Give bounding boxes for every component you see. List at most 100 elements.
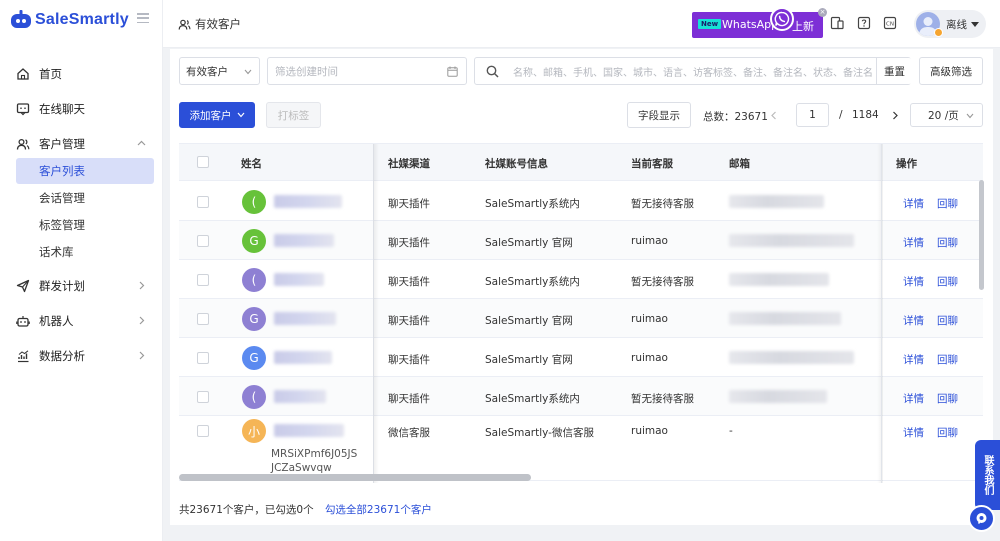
sidebar-item-customers[interactable]: 客户管理	[0, 130, 163, 158]
chevron-right-icon	[139, 316, 145, 325]
next-page-icon[interactable]	[891, 111, 899, 120]
row-checkbox[interactable]	[197, 352, 209, 364]
select-all-checkbox[interactable]	[197, 156, 209, 168]
row-checkbox[interactable]	[197, 196, 209, 208]
devices-icon[interactable]	[830, 16, 844, 30]
page-number-input[interactable]: 1	[796, 103, 829, 127]
reply-link[interactable]: 回聊	[937, 313, 958, 328]
date-filter-input[interactable]: 筛选创建时间	[267, 57, 467, 85]
reply-link[interactable]: 回聊	[937, 196, 958, 211]
user-status-menu[interactable]: 离线	[914, 10, 986, 38]
reply-link[interactable]: 回聊	[937, 425, 958, 440]
breadcrumb-title: 有效客户	[195, 17, 241, 31]
header-email: 邮箱	[729, 158, 750, 170]
advanced-filter-button[interactable]: 高级筛选	[919, 57, 983, 85]
select-all-link[interactable]: 勾选全部23671个客户	[325, 504, 432, 516]
reset-button[interactable]: 重置	[876, 58, 912, 84]
avatar: G	[242, 346, 266, 370]
sidebar-item-robot[interactable]: 机器人	[0, 307, 163, 335]
sidebar-subitem-tag-management[interactable]: 标签管理	[16, 212, 154, 238]
table-row[interactable]: (聊天插件 SaleSmartly系统内 暂无接待客服 详情 回聊	[179, 182, 983, 221]
detail-link[interactable]: 详情	[903, 391, 924, 406]
search-placeholder: 名称、邮箱、手机、国家、城市、语言、访客标签、备注、备注名、状态、备注名	[513, 67, 873, 79]
detail-link[interactable]: 详情	[903, 274, 924, 289]
reply-link[interactable]: 回聊	[937, 352, 958, 367]
sidebar-item-broadcast[interactable]: 群发计划	[0, 272, 163, 300]
detail-link[interactable]: 详情	[903, 425, 924, 440]
sidebar-item-chat[interactable]: 在线聊天	[0, 95, 163, 123]
agent-cell: ruimao	[631, 425, 668, 437]
field-display-button[interactable]: 字段显示	[627, 102, 691, 128]
table-row[interactable]: G 聊天插件 SaleSmartly 官网 ruimao 详情 回聊	[179, 221, 983, 260]
help-icon[interactable]	[857, 16, 871, 30]
detail-link[interactable]: 详情	[903, 235, 924, 250]
chevron-up-icon	[137, 140, 146, 146]
email-redacted	[729, 351, 854, 364]
account-cell: SaleSmartly 官网	[485, 315, 573, 327]
reply-link[interactable]: 回聊	[937, 235, 958, 250]
avatar: G	[242, 229, 266, 253]
reply-link[interactable]: 回聊	[937, 391, 958, 406]
brand-logo-icon	[11, 10, 31, 28]
email-redacted	[729, 312, 841, 325]
add-customer-button[interactable]: 添加客户	[179, 102, 255, 128]
sidebar-subitem-session-management[interactable]: 会话管理	[16, 185, 154, 211]
header-account: 社媒账号信息	[485, 158, 548, 170]
row-checkbox[interactable]	[197, 391, 209, 403]
sidebar-subitem-script-library[interactable]: 话术库	[16, 239, 154, 265]
sidebar-item-analytics[interactable]: 数据分析	[0, 342, 163, 370]
agent-cell: ruimao	[631, 235, 668, 247]
reply-link[interactable]: 回聊	[937, 274, 958, 289]
detail-link[interactable]: 详情	[903, 352, 924, 367]
search-icon	[486, 65, 499, 78]
horizontal-scrollbar[interactable]	[179, 474, 531, 481]
channel-cell: 聊天插件	[388, 237, 430, 249]
page-size-select[interactable]: 20 /页	[910, 103, 983, 127]
detail-link[interactable]: 详情	[903, 196, 924, 211]
collapse-menu-icon[interactable]	[137, 13, 149, 24]
add-customer-label: 添加客户	[189, 109, 232, 122]
banner-text-2: 上新	[792, 20, 814, 33]
detail-link[interactable]: 详情	[903, 313, 924, 328]
selection-count: 共23671个客户，已勾选0个	[179, 504, 314, 516]
brand[interactable]: SaleSmartly	[10, 9, 129, 31]
row-checkbox[interactable]	[197, 274, 209, 286]
customer-type-value: 有效客户	[186, 65, 228, 78]
search-input[interactable]: 名称、邮箱、手机、国家、城市、语言、访客标签、备注、备注名、状态、备注名	[474, 57, 911, 85]
avatar: (	[242, 190, 266, 214]
row-checkbox[interactable]	[197, 235, 209, 247]
agent-cell: 暂无接待客服	[631, 393, 694, 405]
chat-icon	[16, 102, 30, 116]
language-icon[interactable]: CN	[883, 16, 897, 30]
contact-us-tab[interactable]: 联系我们	[975, 440, 1000, 510]
close-banner-icon[interactable]: ×	[818, 8, 827, 17]
agent-cell: ruimao	[631, 313, 668, 325]
table-row[interactable]: (聊天插件 SaleSmartly系统内 暂无接待客服 详情 回聊	[179, 260, 983, 299]
prev-page-icon[interactable]	[770, 111, 778, 120]
account-cell: SaleSmartly-微信客服	[485, 427, 594, 439]
date-filter-placeholder: 筛选创建时间	[275, 65, 338, 78]
channel-cell: 聊天插件	[388, 315, 430, 327]
live-chat-fab[interactable]	[968, 505, 995, 532]
status-dot	[934, 28, 943, 37]
row-checkbox[interactable]	[197, 425, 209, 437]
email-redacted	[729, 390, 827, 403]
header-agent: 当前客服	[631, 158, 673, 170]
table-row[interactable]: 小 MRSiXPmf6J05JS JCZaSwvqw 微信客服 SaleSmartly…	[179, 416, 983, 481]
users-icon	[178, 19, 191, 30]
selection-summary: 共23671个客户，已勾选0个 勾选全部23671个客户	[179, 502, 432, 517]
vertical-scrollbar[interactable]	[979, 180, 984, 290]
table-row[interactable]: (聊天插件 SaleSmartly系统内 暂无接待客服 详情 回聊	[179, 377, 983, 416]
row-checkbox[interactable]	[197, 313, 209, 325]
whatsapp-promo-banner[interactable]: New WhatsApp 上新 ×	[692, 7, 827, 38]
table-row[interactable]: G 聊天插件 SaleSmartly 官网 ruimao 详情 回聊	[179, 338, 983, 377]
table-row[interactable]: G 聊天插件 SaleSmartly 官网 ruimao 详情 回聊	[179, 299, 983, 338]
brand-name: SaleSmartly	[35, 11, 129, 28]
tag-button[interactable]: 打标签	[266, 102, 321, 128]
agent-cell: 暂无接待客服	[631, 276, 694, 288]
sidebar-item-home[interactable]: 首页	[0, 60, 163, 88]
sidebar-subitem-customer-list[interactable]: 客户列表	[16, 158, 154, 184]
sidebar-item-label: 群发计划	[39, 279, 85, 293]
header-actions: 操作	[896, 158, 917, 170]
customer-type-select[interactable]: 有效客户	[179, 57, 260, 85]
